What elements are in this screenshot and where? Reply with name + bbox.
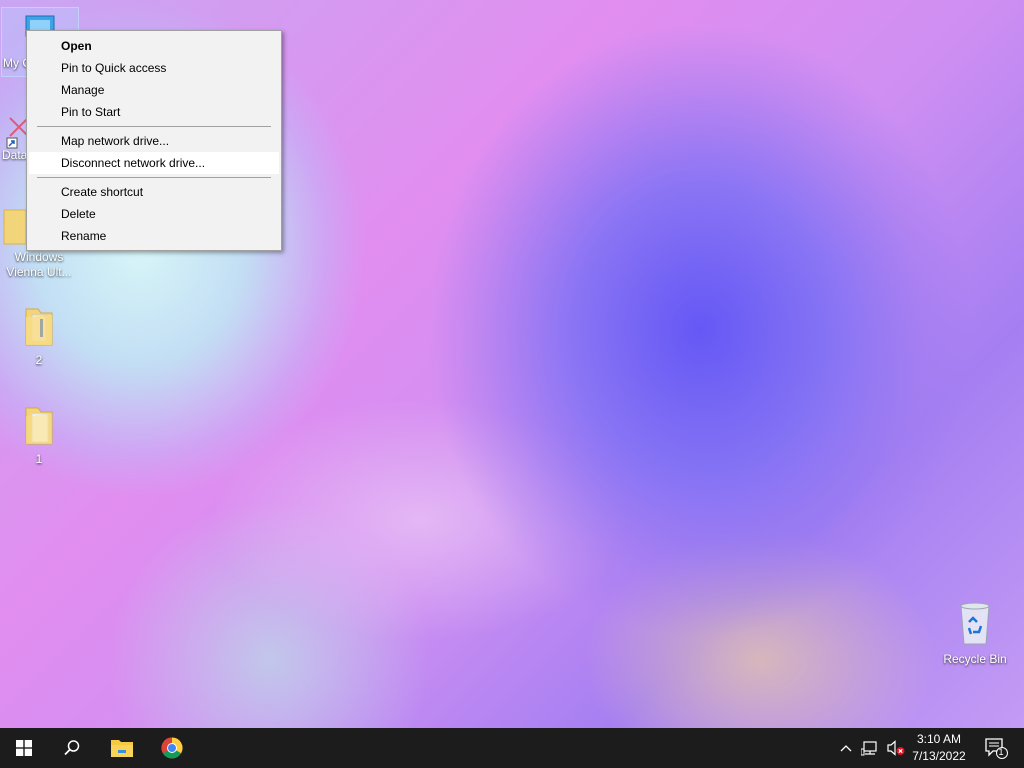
menu-item-open[interactable]: Open [29, 35, 279, 57]
recycle-bin-icon [960, 602, 990, 645]
taskbar: 3:10 AM 7/13/2022 1 [0, 728, 1024, 768]
menu-item-map-network-drive[interactable]: Map network drive... [29, 130, 279, 152]
show-hidden-icons-button[interactable] [836, 728, 856, 768]
menu-separator [37, 126, 271, 127]
desktop-icon-label: Recycle Bin [943, 652, 1007, 666]
chrome-icon [161, 737, 183, 759]
context-menu: Open Pin to Quick access Manage Pin to S… [26, 30, 282, 251]
desktop-icon-label-line2: Vienna Ult... [6, 265, 72, 279]
clock-date: 7/13/2022 [912, 749, 966, 763]
desktop-icon-folder-2[interactable]: 2 [1, 305, 77, 375]
menu-item-manage[interactable]: Manage [29, 79, 279, 101]
notification-count-badge: 1 [998, 747, 1004, 757]
desktop-icon-label: 2 [35, 353, 43, 367]
chrome-button[interactable] [148, 728, 196, 768]
desktop-icon-label-line1: Windows [14, 250, 64, 264]
file-explorer-icon [111, 740, 133, 757]
search-button[interactable] [48, 728, 96, 768]
folder-icon [25, 407, 53, 445]
volume-muted-icon [887, 740, 905, 756]
desktop-icon-recycle-bin[interactable]: Recycle Bin [937, 600, 1013, 672]
desktop-icon-label: 1 [35, 452, 43, 466]
menu-item-pin-quick-access[interactable]: Pin to Quick access [29, 57, 279, 79]
menu-item-rename[interactable]: Rename [29, 225, 279, 247]
desktop-icon-folder-1[interactable]: 1 [1, 404, 77, 474]
taskbar-clock[interactable]: 3:10 AM 7/13/2022 [904, 728, 974, 768]
windows-start-icon [16, 740, 32, 756]
notification-center-button[interactable]: 1 [980, 728, 1012, 768]
clock-time: 3:10 AM [916, 732, 962, 746]
menu-item-pin-to-start[interactable]: Pin to Start [29, 101, 279, 123]
file-explorer-button[interactable] [98, 728, 146, 768]
start-button[interactable] [0, 728, 48, 768]
menu-separator [37, 177, 271, 178]
search-icon [64, 740, 80, 756]
menu-item-disconnect-network-drive[interactable]: Disconnect network drive... [29, 152, 279, 174]
folder-icon [25, 308, 53, 346]
menu-item-delete[interactable]: Delete [29, 203, 279, 225]
network-icon [861, 741, 877, 756]
menu-item-create-shortcut[interactable]: Create shortcut [29, 181, 279, 203]
chevron-up-icon [840, 745, 852, 752]
network-tray-button[interactable] [858, 728, 882, 768]
